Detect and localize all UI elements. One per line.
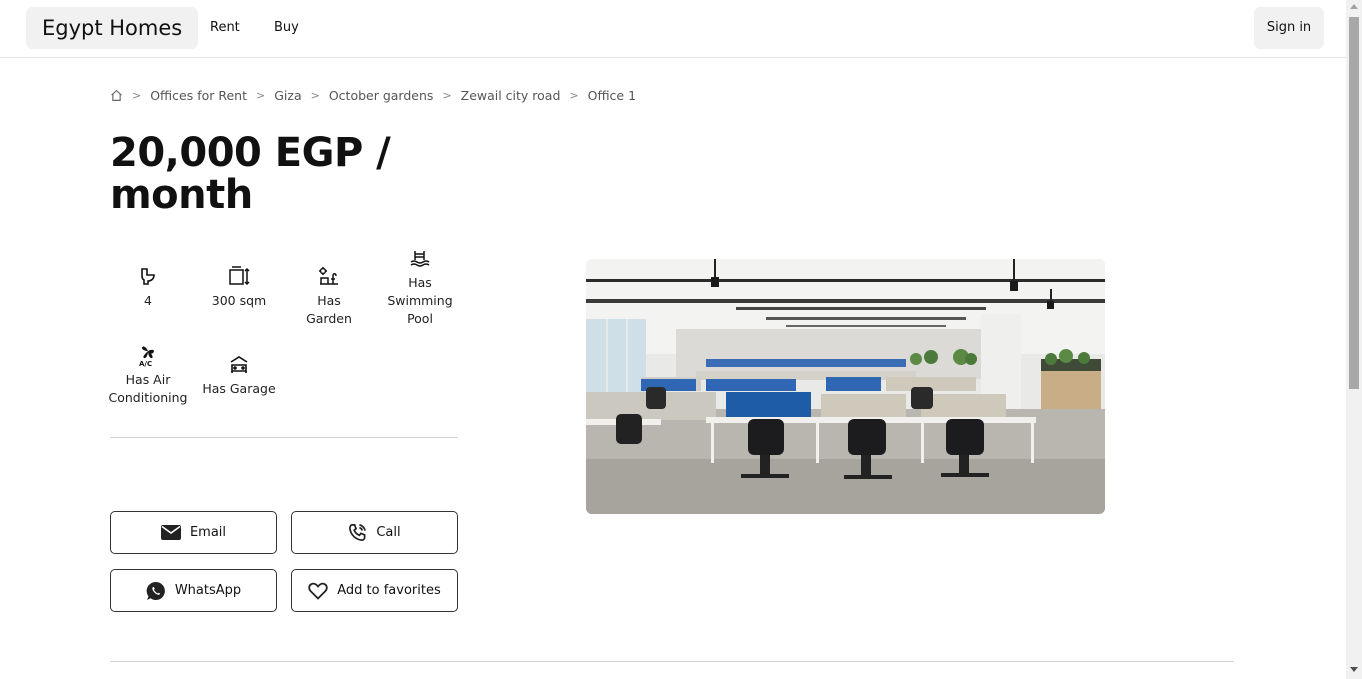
chevron-right-icon: >	[569, 88, 579, 102]
feature-label: 4	[144, 293, 152, 308]
envelope-icon	[160, 525, 181, 540]
feature-label: Has Garage	[202, 381, 276, 396]
feature-label: Has Swimming Pool	[387, 275, 453, 326]
feature-label: Has Garden	[306, 293, 352, 326]
call-button-label: Call	[376, 525, 401, 540]
breadcrumb-item-giza[interactable]: Giza	[274, 88, 301, 103]
chevron-right-icon: >	[442, 88, 452, 102]
feature-garage: Has Garage	[202, 352, 276, 398]
whatsapp-icon	[146, 581, 166, 601]
feature-area: 300 sqm	[204, 264, 274, 310]
air-conditioning-icon: A/C	[108, 343, 188, 367]
scroll-thumb[interactable]	[1349, 17, 1359, 389]
email-button-label: Email	[189, 525, 227, 540]
area-icon	[204, 264, 274, 288]
listing-photo[interactable]	[586, 259, 1105, 514]
listing-price: 20,000 EGP / month	[110, 130, 391, 219]
garden-icon	[294, 264, 364, 288]
feature-air-conditioning: A/C Has Air Conditioning	[108, 343, 188, 407]
feature-garden: Has Garden	[294, 264, 364, 328]
top-navbar: Egypt Homes Rent Buy Sign in	[0, 0, 1346, 58]
email-button[interactable]: Email	[110, 511, 277, 554]
breadcrumb-item-offices-for-rent[interactable]: Offices for Rent	[150, 88, 247, 103]
nav-link-buy[interactable]: Buy	[274, 20, 299, 35]
feature-label: 300 sqm	[211, 293, 267, 308]
whatsapp-button[interactable]: WhatsApp	[110, 569, 277, 612]
breadcrumb-item-october-gardens[interactable]: October gardens	[329, 88, 434, 103]
favorites-button-label: Add to favorites	[337, 583, 441, 598]
breadcrumb-item-office-1[interactable]: Office 1	[588, 88, 636, 103]
scroll-down-arrow-icon[interactable]	[1350, 667, 1358, 672]
garage-icon	[202, 352, 276, 376]
svg-text:A/C: A/C	[139, 360, 152, 367]
sign-in-button[interactable]: Sign in	[1254, 7, 1324, 49]
feature-label: Has Air Conditioning	[108, 372, 188, 405]
brand-logo[interactable]: Egypt Homes	[26, 7, 199, 49]
pool-icon	[386, 246, 454, 270]
chevron-right-icon: >	[310, 88, 320, 102]
call-button[interactable]: Call	[291, 511, 458, 554]
section-divider	[110, 437, 458, 438]
toilet-icon	[118, 264, 178, 288]
chevron-right-icon: >	[132, 88, 142, 102]
section-divider	[110, 661, 1234, 662]
heart-icon	[308, 582, 328, 600]
breadcrumb: > Offices for Rent > Giza > October gard…	[110, 86, 636, 104]
scroll-up-arrow-icon[interactable]	[1350, 4, 1358, 9]
chevron-right-icon: >	[256, 88, 266, 102]
page-scrollbar[interactable]	[1346, 0, 1362, 679]
phone-icon	[348, 523, 367, 542]
feature-toilets: 4	[118, 264, 178, 310]
whatsapp-button-label: WhatsApp	[174, 583, 242, 598]
breadcrumb-item-zewail-city-road[interactable]: Zewail city road	[461, 88, 561, 103]
home-icon[interactable]	[110, 89, 123, 102]
nav-link-rent[interactable]: Rent	[210, 20, 240, 35]
feature-pool: Has Swimming Pool	[386, 246, 454, 328]
add-to-favorites-button[interactable]: Add to favorites	[291, 569, 458, 612]
